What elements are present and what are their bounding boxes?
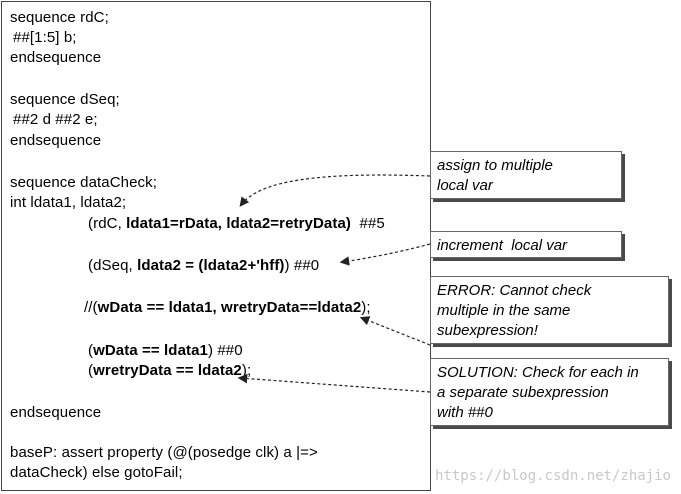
code-dseq-open: (dSeq,	[88, 257, 138, 274]
code-rdc-assign-1: ldata1=rData,	[126, 215, 223, 232]
code-line-seq-rdc: sequence rdC;	[10, 9, 109, 26]
code-line-dseq-body: ##2 d ##2 e;	[13, 111, 98, 128]
code-rdc-delay: ##5	[351, 215, 385, 232]
note-error: ERROR: Cannot check multiple in the same…	[430, 276, 669, 344]
note-assign: assign to multiple local var	[430, 151, 622, 199]
code-line-check-wretrydata: (wretryData == ldata2);	[88, 361, 251, 380]
code-comment-suffix: );	[361, 299, 371, 316]
code-line-assert-1: baseP: assert property (@(posedge clk) a…	[10, 444, 318, 461]
code-rdc-assign-2: ldata2=retryData)	[226, 215, 352, 232]
watermark: https://blog.csdn.net/zhajio	[434, 468, 671, 484]
code-line-endsequence-3: endsequence	[10, 404, 102, 421]
code-line-endsequence-1: endsequence	[10, 49, 102, 66]
note-increment: increment local var	[430, 231, 622, 258]
note-solution: SOLUTION: Check for each in a separate s…	[430, 358, 669, 426]
code-rdc-open: (rdC,	[88, 215, 127, 232]
code-line-seq-datacheck: sequence dataCheck;	[10, 174, 157, 191]
code-line-dseq-call: (dSeq, ldata2 = (ldata2+'hff)) ##0	[88, 256, 319, 275]
code-line-seq-dseq: sequence dSeq;	[10, 91, 120, 108]
code-w2-close: );	[241, 362, 252, 379]
code-line-assert-2: dataCheck) else gotoFail;	[10, 464, 183, 481]
code-line-rdc-call: (rdC, ldata1=rData, ldata2=retryData) ##…	[88, 214, 385, 233]
code-comment-expr: wData == ldata1, wretryData==ldata2	[97, 299, 362, 316]
code-line-rdc-body: ##[1:5] b;	[13, 29, 77, 46]
code-w1-close: ) ##0	[208, 342, 243, 359]
code-line-check-wdata: (wData == ldata1) ##0	[88, 341, 243, 360]
code-dseq-delay: ) ##0	[284, 257, 320, 274]
code-dseq-increment: ldata2 = (ldata2+'hff)	[137, 257, 285, 274]
code-w2-expr: wretryData == ldata2	[93, 362, 242, 379]
code-line-endsequence-2: endsequence	[10, 132, 102, 149]
code-w1-expr: wData == ldata1	[93, 342, 208, 359]
code-comment-prefix: //(	[84, 299, 98, 316]
code-line-int-decl: int ldata1, ldata2;	[10, 194, 127, 211]
code-line-commented-check: //(wData == ldata1, wretryData==ldata2);	[84, 298, 371, 317]
